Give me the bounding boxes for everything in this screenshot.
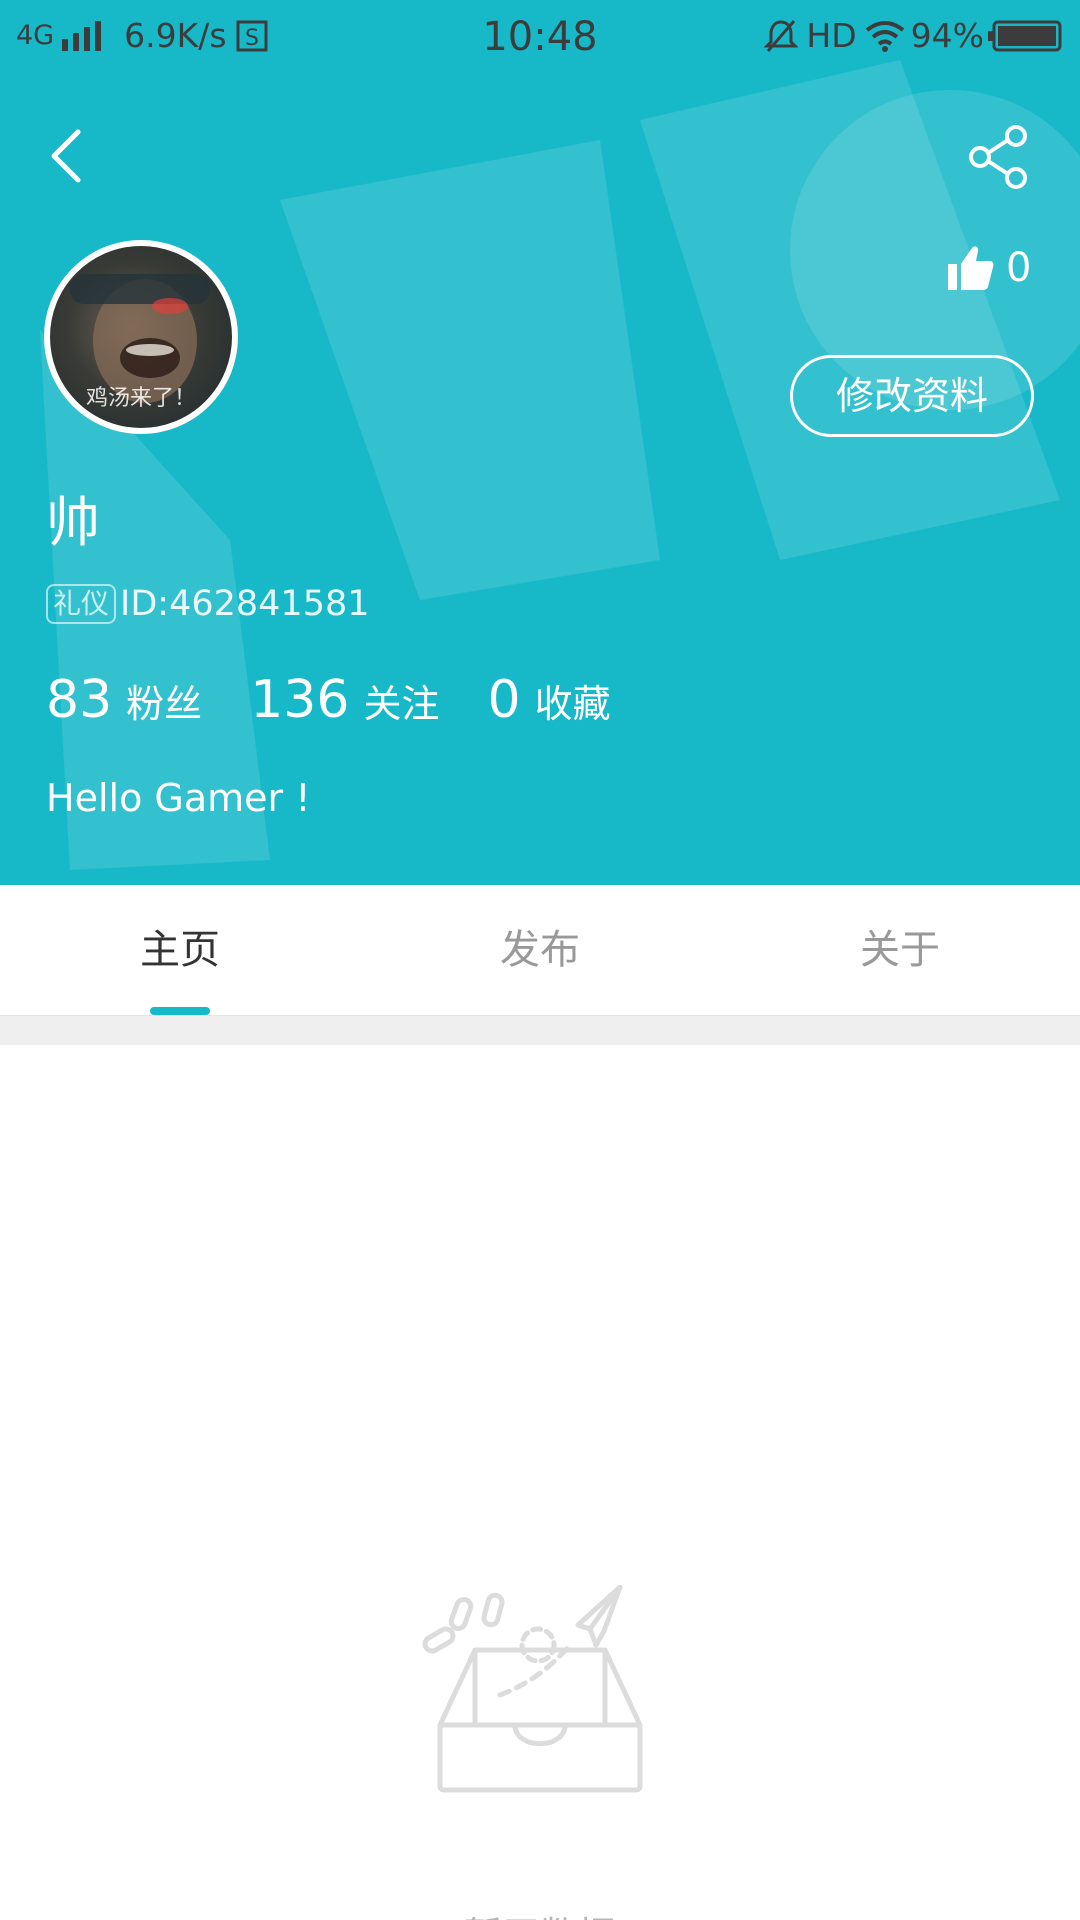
- avatar-caption: 鸡汤来了！: [85, 386, 196, 411]
- stat-value: 83: [46, 670, 113, 730]
- user-id: ID:462841581: [120, 584, 370, 624]
- empty-state-text: 暂无数据: [0, 1905, 1080, 1920]
- battery-percent: 94%: [910, 16, 984, 55]
- thumbs-up-icon: [948, 246, 994, 290]
- tab-label: 发布: [500, 927, 580, 973]
- empty-inbox-icon: [422, 1585, 643, 1793]
- username: 帅: [46, 491, 100, 554]
- stat-fans[interactable]: 83 粉丝: [46, 670, 202, 730]
- wifi-icon: [865, 20, 904, 52]
- stat-value: 0: [487, 670, 521, 730]
- tab-home[interactable]: 主页: [0, 885, 360, 1015]
- divider: [0, 1015, 1080, 1045]
- like-count: 0: [1006, 245, 1032, 291]
- back-icon[interactable]: [44, 126, 88, 186]
- edit-profile-button[interactable]: 修改资料: [790, 355, 1034, 437]
- stat-favorites[interactable]: 0 收藏: [487, 670, 610, 730]
- user-badge: 礼仪: [46, 584, 117, 624]
- tab-posts[interactable]: 发布: [360, 885, 720, 1015]
- stats-row: 83 粉丝 136 关注 0 收藏: [46, 670, 659, 730]
- tab-about[interactable]: 关于: [720, 885, 1080, 1015]
- stat-label: 粉丝: [126, 682, 203, 726]
- avatar[interactable]: 鸡汤来了！: [44, 240, 238, 434]
- hd-indicator: HD: [806, 16, 857, 55]
- stat-label: 收藏: [534, 682, 611, 726]
- bio: Hello Gamer !: [46, 776, 311, 820]
- tab-indicator: [150, 1007, 210, 1015]
- share-icon[interactable]: [966, 124, 1032, 190]
- user-id-row: 礼仪 ID:462841581: [46, 584, 370, 624]
- stat-value: 136: [250, 670, 350, 730]
- like-button[interactable]: 0: [948, 244, 1031, 292]
- battery-icon: [988, 20, 1062, 51]
- profile-header: 4G 6.9K/s S 10:48 HD 94% 鸡汤来了！ 0 修改资料 帅 …: [0, 0, 1080, 885]
- watermark-logo: [40, 60, 1080, 870]
- status-bar: 4G 6.9K/s S 10:48 HD 94%: [0, 0, 1080, 76]
- main-content: 暂无数据: [0, 1045, 1080, 1920]
- tab-label: 关于: [860, 927, 940, 973]
- stat-following[interactable]: 136 关注: [250, 670, 439, 730]
- tab-label: 主页: [140, 927, 220, 973]
- tab-bar: 主页 发布 关于: [0, 885, 1080, 1015]
- stat-label: 关注: [363, 682, 440, 726]
- mute-bell-icon: [764, 19, 799, 52]
